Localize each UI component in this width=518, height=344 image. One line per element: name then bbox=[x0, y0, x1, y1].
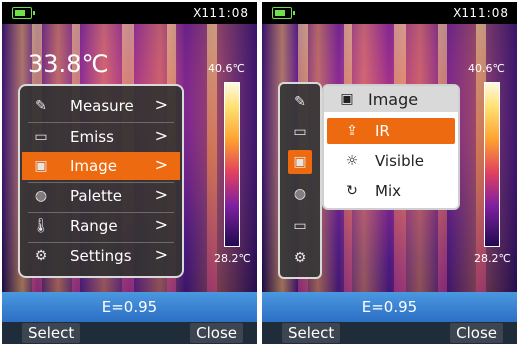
color-scale-bar bbox=[484, 82, 500, 247]
select-softkey[interactable]: Select bbox=[282, 323, 341, 343]
main-menu: ✎ Measure > ▭ Emiss > ▣ Image > ◍ Palett… bbox=[18, 84, 184, 278]
softkey-bar: Select Close bbox=[2, 322, 257, 344]
palette-icon: ◍ bbox=[34, 188, 48, 204]
emissivity-bar: E=0.95 bbox=[262, 292, 517, 322]
menu-item-measure[interactable]: ✎ Measure > bbox=[22, 92, 180, 120]
submenu-header: ▣ Image bbox=[324, 86, 458, 112]
menu-item-range[interactable]: 🌡 Range > bbox=[22, 212, 180, 240]
image-icon[interactable]: ▣ bbox=[288, 150, 312, 174]
scale-min-label: 28.2℃ bbox=[214, 252, 251, 265]
model-label: X1 bbox=[193, 6, 209, 20]
palette-icon[interactable]: ◍ bbox=[288, 182, 312, 206]
image-submenu: ▣ Image ⇪ IR ☼ Visible ↻ Mix bbox=[322, 84, 460, 210]
chevron-right-icon: > bbox=[154, 245, 168, 264]
emiss-icon: ▭ bbox=[34, 129, 48, 145]
chevron-right-icon: > bbox=[154, 95, 168, 114]
scale-min-label: 28.2℃ bbox=[474, 252, 511, 265]
screen-main-menu: X1 11:08 33.8℃ 40.6℃ 28.2℃ ✎ Measure > ▭… bbox=[2, 2, 257, 344]
status-bar: X1 11:08 bbox=[262, 2, 517, 24]
image-icon: ▣ bbox=[34, 158, 48, 174]
menu-icon-column: ✎ ▭ ▣ ◍ ▭ ⚙ bbox=[278, 82, 322, 279]
menu-item-image[interactable]: ▣ Image > bbox=[22, 152, 180, 180]
settings-icon[interactable]: ⚙ bbox=[288, 246, 312, 270]
submenu-item-ir[interactable]: ⇪ IR bbox=[327, 118, 455, 144]
image-icon: ▣ bbox=[340, 91, 354, 107]
center-temperature: 33.8℃ bbox=[28, 50, 109, 78]
range-icon: 🌡 bbox=[32, 218, 50, 234]
battery-icon bbox=[12, 7, 35, 19]
chevron-right-icon: > bbox=[154, 215, 168, 234]
close-softkey[interactable]: Close bbox=[190, 323, 243, 343]
model-label: X1 bbox=[453, 6, 469, 20]
scale-max-label: 40.6℃ bbox=[208, 62, 245, 75]
close-softkey[interactable]: Close bbox=[450, 323, 503, 343]
submenu-item-visible[interactable]: ☼ Visible bbox=[327, 148, 455, 174]
menu-item-palette[interactable]: ◍ Palette > bbox=[22, 182, 180, 210]
mix-icon: ↻ bbox=[346, 183, 358, 199]
screen-image-submenu: X1 11:08 40.6℃ 28.2℃ ✎ ▭ ▣ ◍ ▭ ⚙ ▣ Image… bbox=[262, 2, 517, 344]
softkey-bar: Select Close bbox=[262, 322, 517, 344]
clock: 11:08 bbox=[209, 6, 249, 20]
settings-icon: ⚙ bbox=[34, 248, 48, 264]
measure-icon: ✎ bbox=[35, 98, 47, 114]
select-softkey[interactable]: Select bbox=[22, 323, 81, 343]
emissivity-bar: E=0.95 bbox=[2, 292, 257, 322]
bulb-icon: ☼ bbox=[345, 153, 359, 169]
menu-item-settings[interactable]: ⚙ Settings > bbox=[22, 242, 180, 270]
emiss-icon[interactable]: ▭ bbox=[288, 120, 312, 144]
clock: 11:08 bbox=[469, 6, 509, 20]
export-icon: ⇪ bbox=[346, 123, 358, 139]
chevron-right-icon: > bbox=[154, 155, 168, 174]
chevron-right-icon: > bbox=[154, 185, 168, 204]
submenu-title: Image bbox=[368, 90, 419, 109]
camera-icon[interactable]: ▭ bbox=[288, 214, 312, 238]
measure-icon[interactable]: ✎ bbox=[288, 90, 312, 114]
submenu-item-mix[interactable]: ↻ Mix bbox=[327, 178, 455, 204]
scale-max-label: 40.6℃ bbox=[468, 62, 505, 75]
status-bar: X1 11:08 bbox=[2, 2, 257, 24]
menu-item-emiss[interactable]: ▭ Emiss > bbox=[22, 123, 180, 151]
color-scale-bar bbox=[224, 82, 240, 247]
chevron-right-icon: > bbox=[154, 126, 168, 145]
battery-icon bbox=[272, 7, 295, 19]
